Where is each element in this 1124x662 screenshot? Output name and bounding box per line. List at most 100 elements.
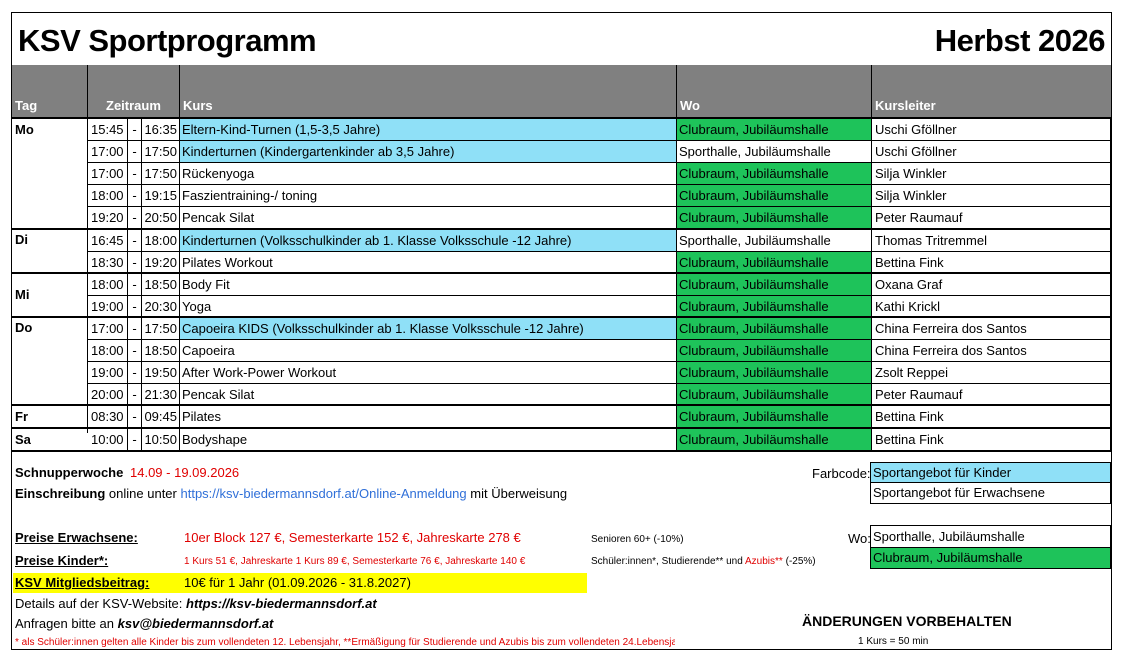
table-row: 19:20-20:50 Pencak Silat Clubraum, Jubiläu… (12, 207, 1111, 229)
kursleiter-cell: Kathi Krickl (872, 296, 1111, 318)
page-title: KSV Sportprogramm (18, 23, 317, 58)
wo-cell: Clubraum, Jubiläumshalle (677, 318, 872, 340)
time-dash: - (128, 119, 142, 141)
mitglied-value: 10€ für 1 Jahr (01.09.2026 - 31.8.2027) (184, 575, 411, 590)
column-header-wo: Wo (677, 65, 872, 117)
wo-label: Wo: (848, 531, 871, 546)
time-to: 16:35 (142, 119, 180, 141)
website-link[interactable]: https://ksv-biedermannsdorf.at (186, 596, 377, 611)
legend-kinder: Sportangebot für Kinder (870, 462, 1111, 483)
kurs-cell: Pencak Silat (180, 207, 677, 229)
time-from: 17:00 (88, 318, 128, 340)
season-title: Herbst 2026 (934, 23, 1106, 58)
time-from: 16:45 (88, 230, 128, 252)
kurs-cell: Pencak Silat (180, 384, 677, 406)
wo-cell: Clubraum, Jubiläumshalle (677, 362, 872, 384)
kursleiter-cell: Thomas Tritremmel (872, 230, 1111, 252)
kurs-cell: Pilates (180, 406, 677, 428)
kursleiter-cell: Uschi Gföllner (872, 141, 1111, 163)
kurs-cell: Bodyshape (180, 429, 677, 451)
table-row: 15:45-16:35 Eltern-Kind-Turnen (1,5-3,5 J… (12, 119, 1111, 141)
column-header-zeitraum: Zeitraum (88, 65, 180, 117)
time-dash: - (128, 141, 142, 163)
schnupper-label: Schnupperwoche (15, 465, 124, 480)
kursleiter-cell: Oxana Graf (872, 274, 1111, 296)
time-from: 15:45 (88, 119, 128, 141)
preise-kinder-label: Preise Kinder*: (15, 553, 109, 568)
time-to: 19:20 (142, 252, 180, 274)
farbcode-label: Farbcode: (812, 466, 871, 481)
wo-cell: Clubraum, Jubiläumshalle (677, 296, 872, 318)
mitglied-label: KSV Mitgliedsbeitrag: (15, 575, 150, 590)
table-bottom-border (12, 450, 1111, 452)
preise-erwachsene-label: Preise Erwachsene: (15, 530, 138, 545)
kurs-cell: Faszientraining-/ toning (180, 185, 677, 207)
wo-cell: Sporthalle, Jubiläumshalle (677, 141, 872, 163)
day-separator (12, 427, 1111, 429)
wo-cell: Clubraum, Jubiläumshalle (677, 429, 872, 451)
kursleiter-cell: China Ferreira dos Santos (872, 318, 1111, 340)
table-row: 20:00-21:30 Pencak Silat Clubraum, Jubiläu… (12, 384, 1111, 406)
wo-cell: Clubraum, Jubiläumshalle (677, 406, 872, 428)
time-from: 18:00 (88, 340, 128, 362)
time-from: 18:30 (88, 252, 128, 274)
time-from: 08:30 (88, 406, 128, 428)
table-row: 18:00-18:50 Capoeira Clubraum, Jubiläumsha… (12, 340, 1111, 362)
day-separator (12, 272, 1111, 274)
kurs-cell: Rückenyoga (180, 163, 677, 185)
time-from: 20:00 (88, 384, 128, 406)
time-dash: - (128, 362, 142, 384)
senioren-discount: Senioren 60+ (-10%) (591, 534, 684, 545)
kurs-cell: Pilates Workout (180, 252, 677, 274)
time-dash: - (128, 207, 142, 229)
time-to: 19:50 (142, 362, 180, 384)
time-to: 10:50 (142, 429, 180, 451)
wo-cell: Clubraum, Jubiläumshalle (677, 252, 872, 274)
wo-cell: Clubraum, Jubiläumshalle (677, 207, 872, 229)
wo-cell: Clubraum, Jubiläumshalle (677, 185, 872, 207)
email-link[interactable]: ksv@biedermannsdorf.at (118, 616, 274, 631)
time-dash: - (128, 185, 142, 207)
kurs-cell: Eltern-Kind-Turnen (1,5-3,5 Jahre) (180, 119, 677, 141)
einschreibung-link[interactable]: https://ksv-biedermannsdorf.at/Online-An… (181, 486, 467, 501)
wo-cell: Clubraum, Jubiläumshalle (677, 163, 872, 185)
table-row: 18:00-18:50 Body Fit Clubraum, Jubiläumsha… (12, 274, 1111, 296)
kursleiter-cell: China Ferreira dos Santos (872, 340, 1111, 362)
column-header-kursleiter: Kursleiter (872, 65, 1111, 117)
table-row: 17:00-17:50 Kinderturnen (Kindergartenkin… (12, 141, 1111, 163)
kursleiter-cell: Peter Raumauf (872, 207, 1111, 229)
column-header-tag: Tag (12, 65, 88, 117)
kurs-cell: Kinderturnen (Volksschulkinder ab 1. Kla… (180, 230, 677, 252)
time-dash: - (128, 296, 142, 318)
wo-cell: Clubraum, Jubiläumshalle (677, 340, 872, 362)
anfragen-line: Anfragen bitte an ksv@biedermannsdorf.at (15, 616, 274, 631)
time-dash: - (128, 406, 142, 428)
time-from: 10:00 (88, 429, 128, 451)
time-from: 17:00 (88, 141, 128, 163)
day-separator (12, 404, 1111, 406)
kursleiter-cell: Silja Winkler (872, 185, 1111, 207)
table-row: 08:30-09:45 Pilates Clubraum, Jubiläumshal… (12, 406, 1111, 428)
table-row: 10:00-10:50 Bodyshape Clubraum, Jubiläumsh… (12, 429, 1111, 451)
table-row: 19:00-20:30 Yoga Clubraum, Jubiläumshalle K… (12, 296, 1111, 318)
time-dash: - (128, 429, 142, 451)
time-dash: - (128, 252, 142, 274)
wo-cell: Sporthalle, Jubiläumshalle (677, 230, 872, 252)
time-to: 17:50 (142, 141, 180, 163)
kurs-cell: After Work-Power Workout (180, 362, 677, 384)
time-to: 21:30 (142, 384, 180, 406)
time-to: 18:00 (142, 230, 180, 252)
kursleiter-cell: Bettina Fink (872, 252, 1111, 274)
kursleiter-cell: Uschi Gföllner (872, 119, 1111, 141)
kurs-dauer: 1 Kurs = 50 min (858, 636, 929, 647)
wo-cell: Clubraum, Jubiläumshalle (677, 119, 872, 141)
time-from: 19:00 (88, 296, 128, 318)
einschreibung-line: Einschreibung online unter https://ksv-b… (15, 486, 568, 501)
time-from: 19:20 (88, 207, 128, 229)
wo-cell: Clubraum, Jubiläumshalle (677, 384, 872, 406)
kurs-cell: Kinderturnen (Kindergartenkinder ab 3,5 … (180, 141, 677, 163)
legend-sporthalle: Sporthalle, Jubiläumshalle (870, 525, 1111, 548)
preise-erwachsene-value: 10er Block 127 €, Semesterkarte 152 €, J… (184, 530, 521, 545)
kurs-cell: Body Fit (180, 274, 677, 296)
time-to: 09:45 (142, 406, 180, 428)
